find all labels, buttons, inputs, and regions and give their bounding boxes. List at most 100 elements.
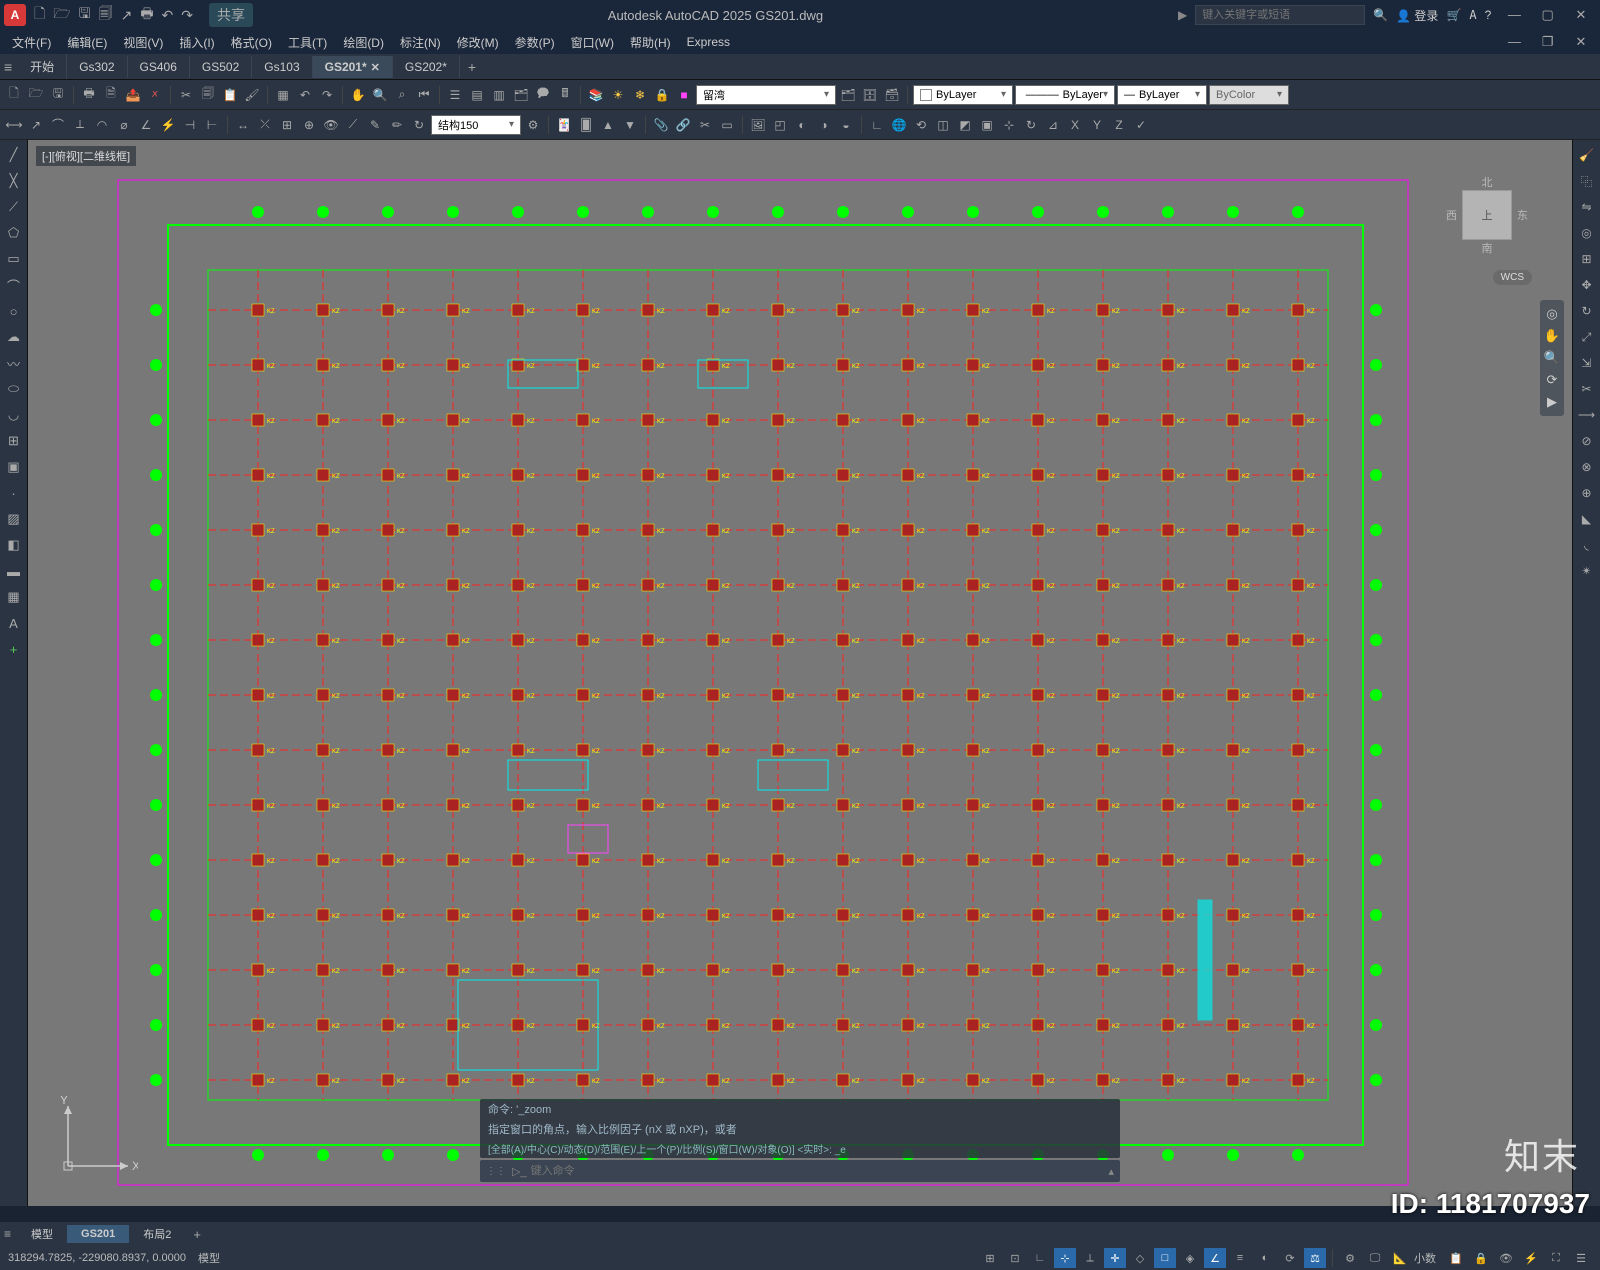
sheet-set-icon[interactable]: 🗂: [511, 85, 531, 105]
draworder-a-icon[interactable]: ▲: [598, 115, 618, 135]
polygon-icon[interactable]: ⬠: [2, 222, 26, 244]
ucs-icon[interactable]: X Y: [58, 1096, 138, 1176]
qat-undo-icon[interactable]: ↶: [162, 7, 174, 24]
draworder-b-icon[interactable]: 🂠: [576, 115, 596, 135]
cmd-recent-icon[interactable]: ▴: [1108, 1165, 1114, 1178]
dimstyle-mgr-icon[interactable]: ⚙: [523, 115, 543, 135]
tab-gs502[interactable]: GS502: [190, 56, 252, 78]
menu-format[interactable]: 格式(O): [223, 32, 280, 53]
tab-gs202[interactable]: GS202*: [393, 56, 460, 78]
dimstyle-dropdown[interactable]: 结构150▾: [431, 115, 521, 135]
menu-insert[interactable]: 插入(I): [171, 32, 222, 53]
menu-view[interactable]: 视图(V): [115, 32, 171, 53]
array-icon[interactable]: ⊞: [1575, 248, 1599, 270]
tab-gs103[interactable]: Gs103: [252, 56, 312, 78]
offset-icon[interactable]: ◎: [1575, 222, 1599, 244]
viewcube-top-face[interactable]: 上: [1462, 190, 1512, 240]
annomon-icon[interactable]: 🖵: [1364, 1248, 1386, 1268]
share-button[interactable]: 共享: [209, 3, 253, 27]
properties-icon[interactable]: ☰: [445, 85, 465, 105]
layer-iso-icon[interactable]: 🗃: [882, 85, 902, 105]
qat-new-icon[interactable]: 🗋: [34, 3, 45, 27]
menu-edit[interactable]: 编辑(E): [59, 32, 115, 53]
dim-tedit-icon[interactable]: ✏: [387, 115, 407, 135]
menu-tools[interactable]: 工具(T): [280, 32, 335, 53]
coords-readout[interactable]: 318294.7825, -229080.8937, 0.0000: [8, 1252, 186, 1264]
dim-radius-icon[interactable]: ◠: [92, 115, 112, 135]
3dosnap-icon[interactable]: ◈: [1179, 1248, 1201, 1268]
help-search-input[interactable]: [1195, 5, 1365, 25]
preview-icon[interactable]: 🗎: [101, 85, 121, 105]
dim-ordinate-icon[interactable]: ⟂: [70, 115, 90, 135]
match-props-icon[interactable]: 🖌: [242, 85, 262, 105]
layer-prev-icon[interactable]: 🗂: [838, 85, 858, 105]
dim-aligned-icon[interactable]: ↗: [26, 115, 46, 135]
mirror-icon[interactable]: ⇋: [1575, 196, 1599, 218]
mtext-icon[interactable]: A: [2, 612, 26, 634]
ortho-icon[interactable]: ⟂: [1079, 1248, 1101, 1268]
otrack-icon[interactable]: ∠: [1204, 1248, 1226, 1268]
dim-diameter-icon[interactable]: ⌀: [114, 115, 134, 135]
spline-icon[interactable]: 〰: [2, 352, 26, 374]
search-icon[interactable]: 🔍: [1373, 8, 1388, 22]
dim-baseline-icon[interactable]: ⊣: [180, 115, 200, 135]
layer-dropdown[interactable]: 留湾▾: [696, 85, 836, 105]
doc-minimize-icon[interactable]: —: [1499, 34, 1529, 49]
ucs-x-icon[interactable]: X: [1065, 115, 1085, 135]
tab-gs302[interactable]: Gs302: [67, 56, 127, 78]
image-adj-icon[interactable]: ◐: [792, 115, 812, 135]
maximize-icon[interactable]: ▢: [1533, 7, 1563, 23]
color-control-dropdown[interactable]: ByLayer▾: [913, 85, 1013, 105]
viewcube-west[interactable]: 西: [1446, 207, 1457, 223]
dim-space-icon[interactable]: ↔: [233, 115, 253, 135]
layer-mgr-icon[interactable]: 📚: [586, 85, 606, 105]
cmd-handle-icon[interactable]: ⋮⋮: [486, 1166, 506, 1177]
3dprint-icon[interactable]: 🗴: [145, 85, 165, 105]
close-icon[interactable]: ✕: [1566, 7, 1596, 23]
annoscale-icon[interactable]: ⚖: [1304, 1248, 1326, 1268]
layout-model[interactable]: 模型: [17, 1223, 67, 1245]
insert-icon[interactable]: ⊞: [2, 430, 26, 452]
image-icon[interactable]: 🖼: [748, 115, 768, 135]
quickprops-icon[interactable]: 📋: [1445, 1248, 1467, 1268]
ucs-world-icon[interactable]: 🌐: [889, 115, 909, 135]
plotstyle-dropdown[interactable]: ByColor▾: [1209, 85, 1289, 105]
copy-icon[interactable]: 🗐: [198, 85, 218, 105]
clean-screen-icon[interactable]: ⛶: [1545, 1248, 1567, 1268]
qat-redo-icon[interactable]: ↷: [181, 7, 193, 24]
command-input[interactable]: [531, 1165, 1109, 1177]
make-block-icon[interactable]: ▣: [2, 456, 26, 478]
trim-icon[interactable]: ✂: [1575, 378, 1599, 400]
tab-gs406[interactable]: GS406: [128, 56, 190, 78]
draworder-f-icon[interactable]: 🃏: [554, 115, 574, 135]
new-icon[interactable]: 🗋: [4, 85, 24, 105]
freeze-icon[interactable]: ❄: [630, 85, 650, 105]
drawing-area[interactable]: [-][俯视][二维线框]: [28, 140, 1572, 1206]
zoom-realtime-icon[interactable]: 🔍: [370, 85, 390, 105]
ucs-obj-icon[interactable]: ◩: [955, 115, 975, 135]
drawing-canvas[interactable]: KZKZKZKZKZKZKZKZKZKZKZKZKZKZKZKZKZKZKZKZ…: [28, 140, 1528, 1200]
dcenter-icon[interactable]: ▤: [467, 85, 487, 105]
app-icon[interactable]: A: [4, 4, 26, 26]
command-line[interactable]: ⋮⋮ ▷_ ▴: [480, 1160, 1120, 1182]
menu-express[interactable]: Express: [679, 33, 738, 51]
viewcube-east[interactable]: 东: [1517, 207, 1528, 223]
xref-icon[interactable]: 📎: [651, 115, 671, 135]
layout-2[interactable]: 布局2: [129, 1223, 185, 1245]
tab-add-icon[interactable]: +: [460, 55, 484, 79]
units-label[interactable]: 小数: [1414, 1250, 1436, 1266]
revcloud-icon[interactable]: ☁: [2, 326, 26, 348]
ucs-view-icon[interactable]: ▣: [977, 115, 997, 135]
grid-snap-icon[interactable]: ⊞: [979, 1248, 1001, 1268]
calc-icon[interactable]: 🖩: [555, 85, 575, 105]
menu-dimension[interactable]: 标注(N): [392, 32, 449, 53]
xline-icon[interactable]: ╳: [2, 170, 26, 192]
block-icon[interactable]: ▦: [273, 85, 293, 105]
nav-zoom-icon[interactable]: 🔍: [1542, 350, 1562, 366]
minimize-icon[interactable]: —: [1499, 7, 1529, 22]
ucs-z-icon[interactable]: ↻: [1021, 115, 1041, 135]
iso-draft-icon[interactable]: ◇: [1129, 1248, 1151, 1268]
xref-bind-icon[interactable]: 🔗: [673, 115, 693, 135]
nav-pan-icon[interactable]: ✋: [1542, 328, 1562, 344]
lwt-icon[interactable]: ≡: [1229, 1248, 1251, 1268]
